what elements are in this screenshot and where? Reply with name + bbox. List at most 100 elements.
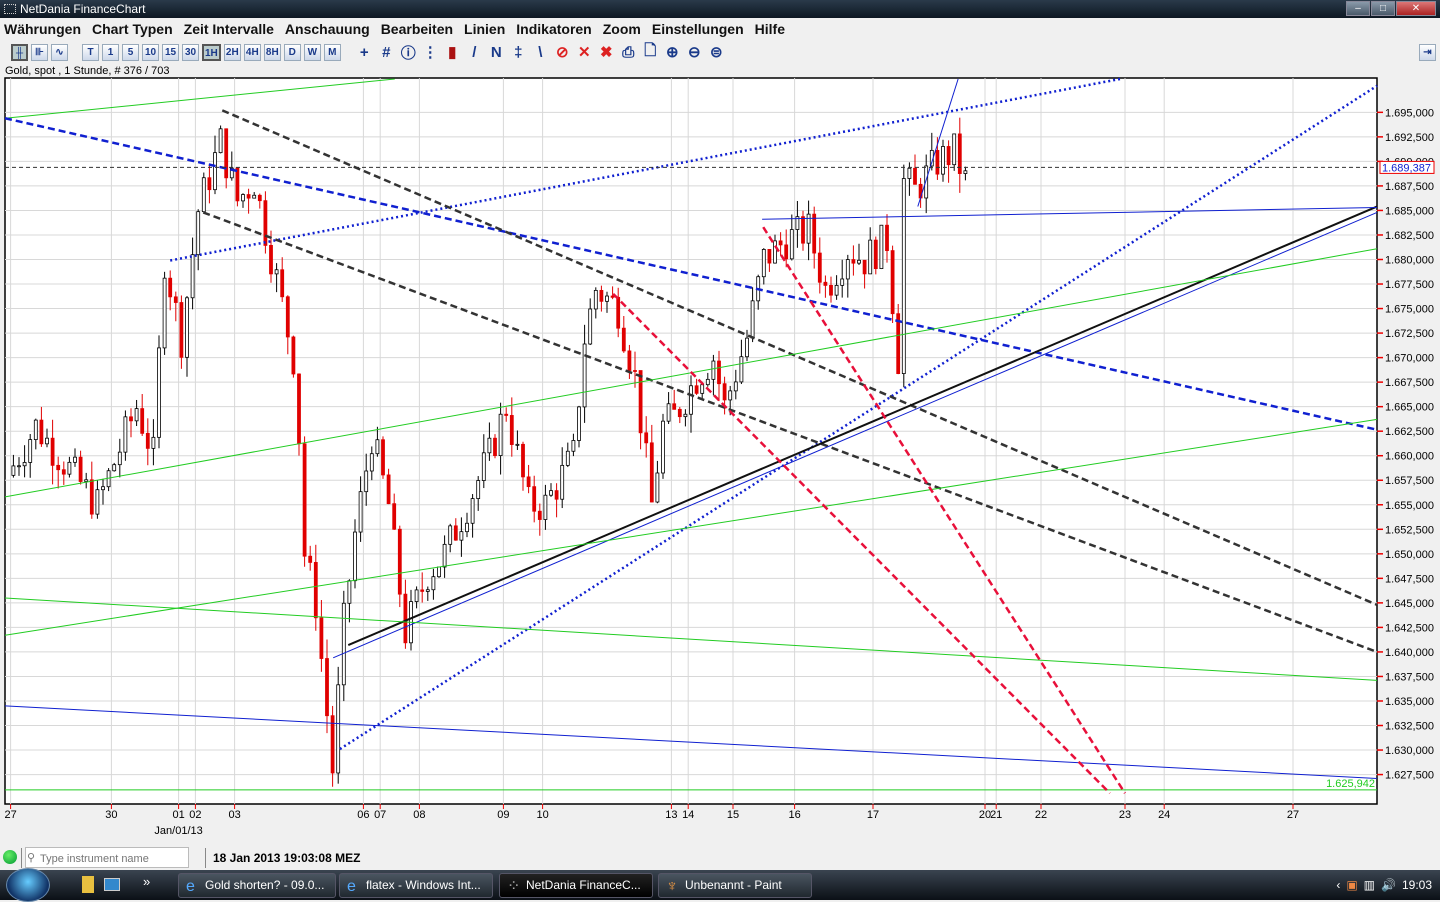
candle	[168, 277, 173, 298]
candle	[817, 252, 822, 283]
candle	[134, 408, 139, 422]
candle	[963, 170, 968, 174]
trendline-3-icon[interactable]: ‡	[509, 44, 528, 61]
y-tick-label: 1.652,500	[1385, 524, 1434, 536]
instrument-search-input[interactable]	[25, 847, 189, 868]
candle	[78, 456, 83, 482]
candle	[543, 494, 548, 520]
close-button[interactable]: ✕	[1396, 1, 1436, 16]
grid-lines-icon[interactable]: ⋮	[421, 43, 440, 61]
task-paint[interactable]: ♆ Unbenannt - Paint	[658, 873, 812, 898]
more-icon[interactable]: »	[143, 874, 150, 889]
candlestick-icon[interactable]: ╫	[11, 43, 28, 61]
line-chart-icon[interactable]: ∿	[51, 43, 68, 61]
interval-8h-button[interactable]: 8H	[263, 43, 281, 61]
interval-d-button[interactable]: D	[283, 43, 301, 61]
y-tick-label: 1.640,000	[1385, 647, 1434, 659]
x-tick-label: 09	[497, 809, 509, 821]
menu-hilfe[interactable]: Hilfe	[755, 19, 785, 40]
interval-4h-button[interactable]: 4H	[243, 43, 261, 61]
menu-linien[interactable]: Linien	[464, 19, 505, 40]
interval-10-button[interactable]: 10	[142, 43, 159, 61]
candle	[358, 491, 363, 533]
interval-5-button[interactable]: 5	[122, 43, 139, 61]
tray-app-icon[interactable]: ▣	[1346, 870, 1357, 900]
minimize-button[interactable]: –	[1346, 1, 1370, 16]
candle	[425, 589, 430, 592]
interval-t-button[interactable]: T	[82, 43, 99, 61]
interval-15-button[interactable]: 15	[162, 43, 179, 61]
start-button[interactable]	[6, 868, 50, 902]
explorer-icon[interactable]	[82, 876, 94, 893]
candle	[487, 437, 492, 454]
interval-1-button[interactable]: 1	[102, 43, 119, 61]
menu-chart-typen[interactable]: Chart Typen	[92, 19, 173, 40]
interval-m-button[interactable]: M	[323, 43, 341, 61]
menu-einstellungen[interactable]: Einstellungen	[652, 19, 744, 40]
candle	[465, 522, 469, 533]
trendline-2-icon[interactable]: N	[487, 44, 506, 61]
menu-bearbeiten[interactable]: Bearbeiten	[381, 19, 453, 40]
task-flatex[interactable]: e flatex - Windows Int...	[339, 873, 493, 898]
delete-all-icon[interactable]: ✖	[597, 43, 616, 61]
candle	[17, 465, 21, 468]
candle	[694, 385, 699, 394]
interval-1h-button[interactable]: 1H	[202, 43, 221, 61]
tray-expand-icon[interactable]: ‹	[1336, 870, 1340, 900]
clock[interactable]: 19:03	[1402, 870, 1432, 900]
price-chart[interactable]: 1.695,0001.692,5001.690,0001.687,5001.68…	[0, 77, 1440, 845]
menu-währungen[interactable]: Währungen	[4, 19, 81, 40]
candle	[364, 470, 369, 493]
candle	[151, 436, 156, 449]
y-tick-label: 1.665,000	[1385, 402, 1434, 414]
candle	[649, 442, 654, 503]
candle	[946, 146, 951, 166]
show-desktop-icon[interactable]	[104, 878, 120, 891]
zoom-in-icon[interactable]: ⊕	[663, 43, 682, 61]
candle	[515, 443, 520, 446]
pin-toolbar-icon[interactable]: ⇥	[1419, 43, 1436, 61]
delete-line-icon[interactable]: ⊘	[553, 43, 572, 61]
system-tray: ‹ ▣ ▥ 🔊 19:03	[1336, 870, 1432, 900]
bar-chart-icon[interactable]: ⊪	[31, 43, 48, 61]
candle	[700, 384, 705, 394]
x-tick-label: 22	[1035, 809, 1047, 821]
candle	[11, 465, 16, 476]
y-tick-label: 1.677,500	[1385, 279, 1434, 291]
menu-anschauung[interactable]: Anschauung	[285, 19, 370, 40]
x-tick-label: 07	[374, 809, 386, 821]
maximize-button[interactable]: □	[1371, 1, 1395, 16]
volume-icon[interactable]: ▮	[443, 43, 462, 61]
grid-icon[interactable]: #	[377, 44, 396, 61]
ie-icon: e	[186, 878, 195, 895]
info-icon[interactable]: ⓘ	[399, 42, 418, 63]
task-netdania[interactable]: ⁘ NetDania FinanceC...	[499, 873, 653, 898]
candle	[733, 381, 738, 392]
print-icon[interactable]: ⎙	[619, 44, 638, 61]
task-gold[interactable]: e Gold shorten? - 09.0...	[178, 873, 336, 898]
menu-zoom[interactable]: Zoom	[603, 19, 641, 40]
zoom-reset-icon[interactable]: ⊜	[707, 43, 726, 61]
candle	[862, 259, 867, 275]
interval-2h-button[interactable]: 2H	[223, 43, 241, 61]
trendline-icon[interactable]: /	[465, 44, 484, 61]
candle	[201, 177, 206, 213]
candle	[677, 408, 682, 418]
interval-w-button[interactable]: W	[303, 43, 321, 61]
candle	[616, 296, 621, 329]
candle	[577, 406, 581, 441]
tray-volume-icon[interactable]: 🔊	[1381, 870, 1396, 900]
delete-icon[interactable]: ✕	[575, 43, 594, 61]
crosshair-icon[interactable]: +	[355, 44, 374, 61]
divider	[21, 848, 22, 868]
candle	[481, 452, 486, 481]
print-preview-icon[interactable]: 🗋	[641, 40, 660, 65]
menu-indikatoren[interactable]: Indikatoren	[516, 19, 591, 40]
zoom-out-icon[interactable]: ⊖	[685, 43, 704, 61]
trendline-4-icon[interactable]: \	[531, 44, 550, 61]
interval-30-button[interactable]: 30	[182, 43, 199, 61]
tray-network-icon[interactable]: ▥	[1364, 870, 1375, 900]
candle	[369, 453, 374, 472]
candle	[218, 128, 223, 154]
menu-zeit-intervalle[interactable]: Zeit Intervalle	[184, 19, 274, 40]
